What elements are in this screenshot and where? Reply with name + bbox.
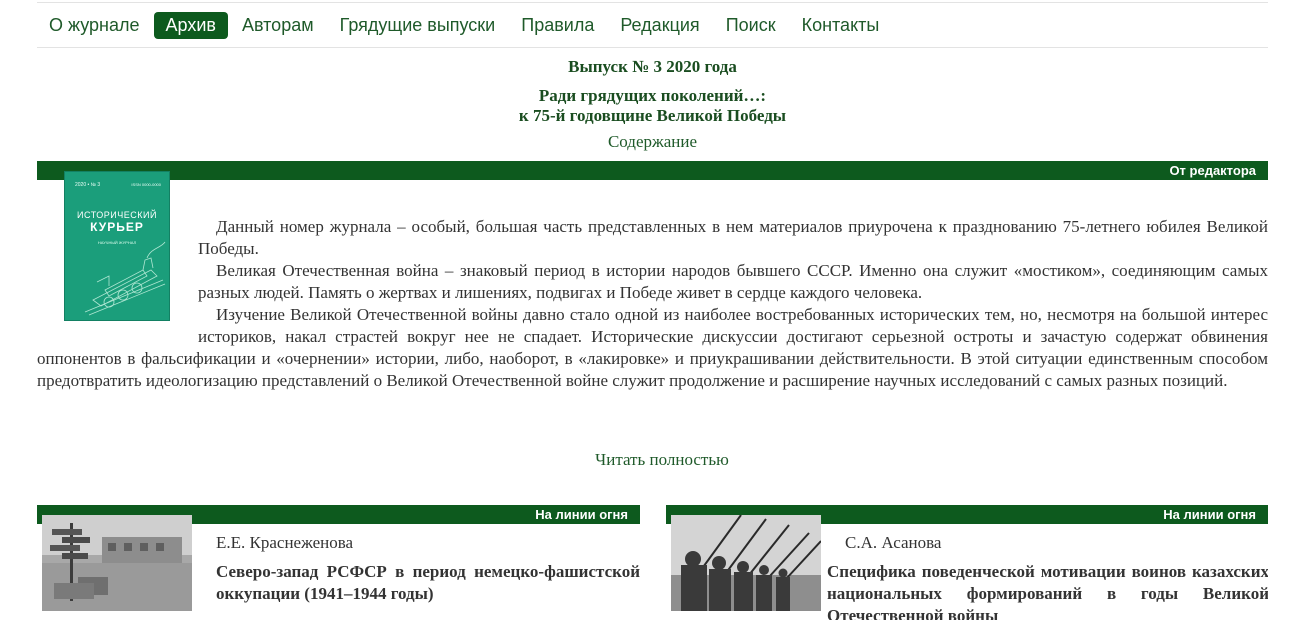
article-thumbnail[interactable] — [42, 515, 192, 611]
issue-subtitle: Ради грядущих поколений…: к 75-й годовщи… — [37, 86, 1268, 126]
article-title[interactable]: Северо-запад РСФСР в период немецко-фаши… — [216, 561, 640, 605]
nav-item-editorial-board[interactable]: Редакция — [608, 12, 711, 39]
section-band-editorial: От редактора — [37, 161, 1268, 180]
nav-item-search[interactable]: Поиск — [714, 12, 788, 39]
article-thumbnail[interactable] — [671, 515, 821, 611]
nav-item-authors[interactable]: Авторам — [230, 12, 326, 39]
article-author: Е.Е. Краснеженова — [216, 533, 354, 552]
editorial-paragraph: Данный номер журнала – особый, большая ч… — [198, 217, 1268, 258]
issue-subtitle-line1: Ради грядущих поколений…: — [538, 86, 767, 105]
article-card: На линии огня Е.Е. Краснеженова Северо-з… — [37, 505, 640, 620]
editorial-text: Данный номер журнала – особый, большая ч… — [37, 216, 1268, 392]
contents-link[interactable]: Содержание — [37, 132, 1268, 152]
article-card: На линии огня С.А. Асанова Специфика пов… — [666, 505, 1268, 620]
nav-item-about[interactable]: О журнале — [37, 12, 152, 39]
street-photo-icon — [42, 515, 192, 611]
nav-item-contacts[interactable]: Контакты — [790, 12, 892, 39]
page: О журнале Архив Авторам Грядущие выпуски… — [37, 0, 1268, 620]
nav-item-rules[interactable]: Правила — [509, 12, 606, 39]
read-more-link[interactable]: Читать полностью — [37, 450, 1287, 470]
main-nav: О журнале Архив Авторам Грядущие выпуски… — [37, 2, 1268, 48]
nav-item-archive[interactable]: Архив — [153, 11, 228, 39]
nav-item-upcoming[interactable]: Грядущие выпуски — [328, 12, 508, 39]
article-author: С.А. Асанова — [845, 533, 942, 552]
editorial-paragraph: Великая Отечественная война – знаковый п… — [198, 261, 1268, 302]
issue-subtitle-line2: к 75-й годовщине Великой Победы — [518, 106, 787, 125]
cover-locomotive-illustration — [84, 241, 166, 316]
article-title[interactable]: Специфика поведенческой мотивации воинов… — [827, 561, 1268, 620]
editorial-paragraph: Изучение Великой Отечественной войны дав… — [37, 305, 1268, 390]
issue-title: Выпуск № 3 2020 года — [568, 57, 737, 76]
journal-cover-image[interactable]: 2020 • № 3 ISSN 0000-0000 ИСТОРИЧЕСКИЙ К… — [64, 171, 170, 321]
soldiers-photo-icon — [671, 515, 821, 611]
